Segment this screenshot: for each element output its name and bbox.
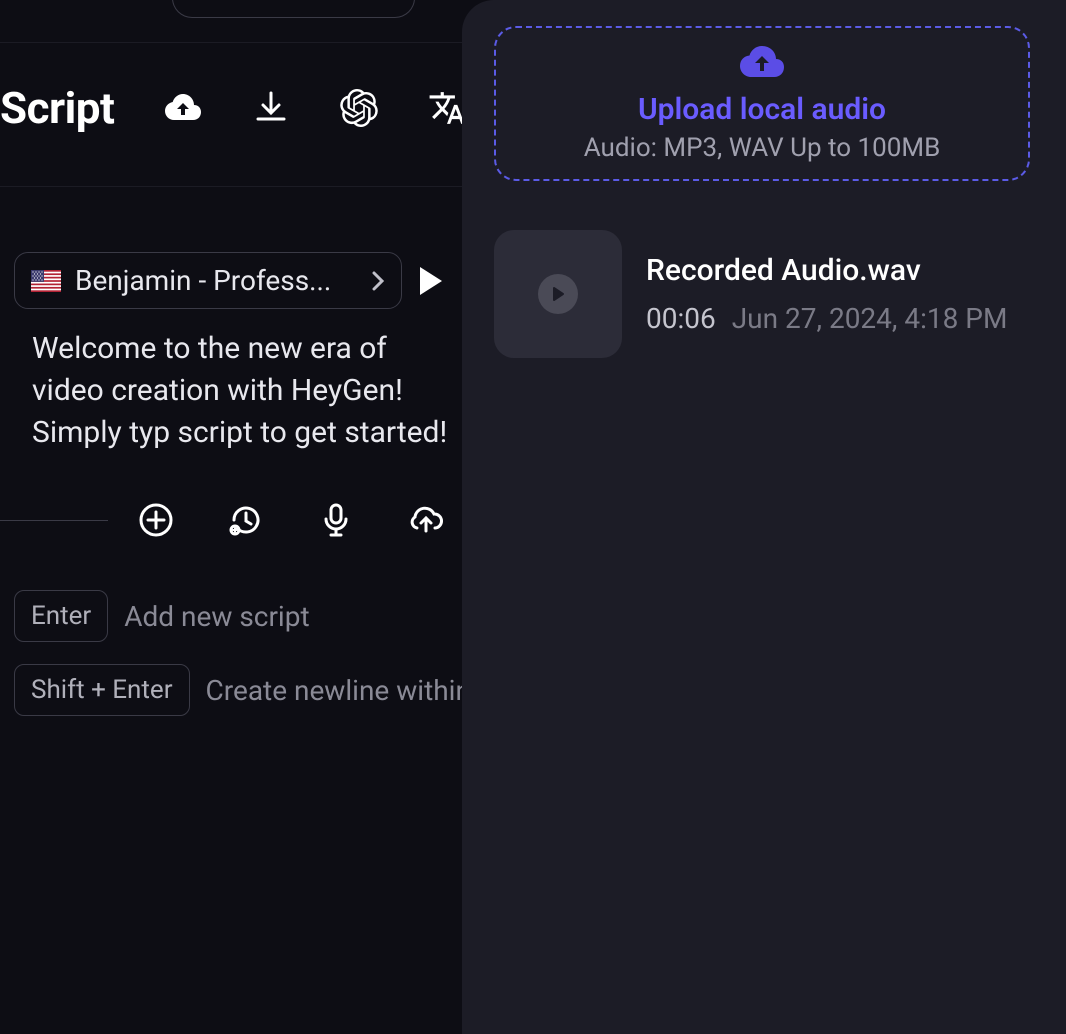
script-title: Script [0, 82, 114, 134]
play-icon [538, 274, 578, 314]
upload-cloud-icon[interactable] [408, 502, 444, 538]
hint-enter: Enter Add new script [14, 590, 509, 642]
horizontal-divider [0, 520, 108, 521]
audio-date: Jun 27, 2024, 4:18 PM [732, 302, 1008, 335]
hint-shift-enter: Shift + Enter Create newline within pa [14, 664, 509, 716]
add-circle-icon[interactable] [138, 502, 174, 538]
top-pill-fragment [172, 0, 415, 18]
upload-dropzone[interactable]: Upload local audio Audio: MP3, WAV Up to… [494, 26, 1030, 181]
voice-selector[interactable]: Benjamin - Profess... [14, 252, 402, 309]
upload-subtitle: Audio: MP3, WAV Up to 100MB [584, 133, 941, 163]
shift-enter-key-badge: Shift + Enter [14, 664, 190, 716]
voice-name-label: Benjamin - Profess... [75, 264, 357, 297]
voice-row: Benjamin - Profess... [14, 252, 442, 309]
keyboard-hints: Enter Add new script Shift + Enter Creat… [14, 590, 509, 716]
audio-meta: 00:06 Jun 27, 2024, 4:18 PM [646, 302, 1007, 335]
upload-title: Upload local audio [638, 92, 886, 127]
audio-list-item[interactable]: Recorded Audio.wav 00:06 Jun 27, 2024, 4… [494, 230, 1030, 358]
cloud-upload-icon[interactable] [164, 89, 202, 127]
audio-duration: 00:06 [646, 302, 716, 335]
enter-key-badge: Enter [14, 590, 108, 642]
mid-action-row [0, 502, 444, 538]
openai-icon[interactable] [340, 89, 378, 127]
play-button[interactable] [420, 267, 442, 295]
audio-thumbnail[interactable] [494, 230, 622, 358]
download-icon[interactable] [252, 89, 290, 127]
microphone-icon[interactable] [318, 502, 354, 538]
us-flag-icon [31, 270, 61, 292]
chevron-right-icon [371, 270, 385, 292]
audio-filename: Recorded Audio.wav [646, 253, 1007, 288]
audio-panel: Upload local audio Audio: MP3, WAV Up to… [462, 0, 1066, 1034]
translate-icon[interactable] [428, 89, 466, 127]
horizontal-divider [0, 186, 462, 187]
hint-label: Add new script [124, 600, 309, 633]
audio-info: Recorded Audio.wav 00:06 Jun 27, 2024, 4… [646, 253, 1007, 335]
script-header: Script [0, 78, 516, 138]
cloud-upload-icon [739, 44, 785, 80]
script-text[interactable]: Welcome to the new era of video creation… [32, 328, 462, 454]
history-icon[interactable] [228, 502, 264, 538]
